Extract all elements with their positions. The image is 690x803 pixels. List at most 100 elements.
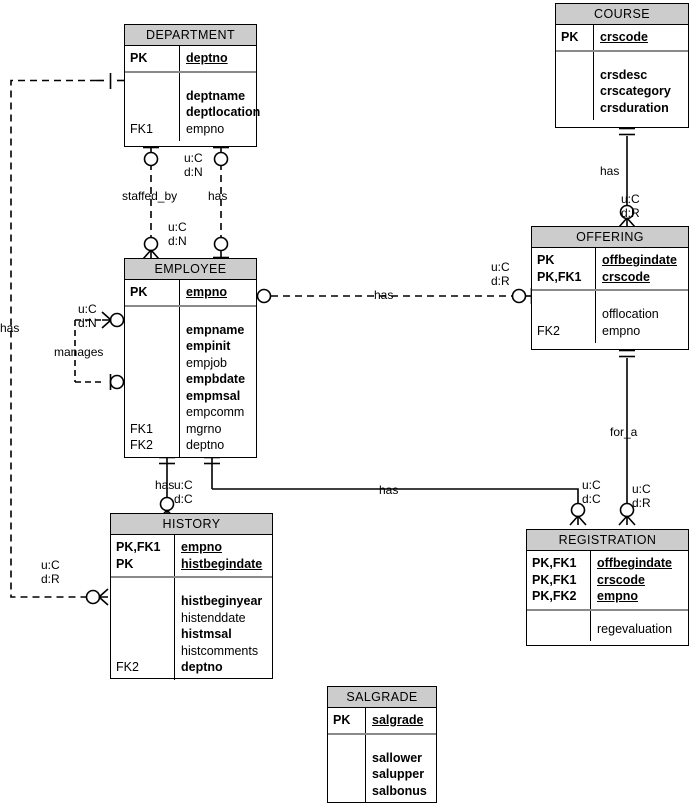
attr-names: empname empinit empjob empbdate empmsal … <box>180 307 256 458</box>
entity-offering-attr-section: FK2 offlocation empno <box>532 291 688 343</box>
attr-name: mgrno <box>186 421 222 436</box>
key-tag: PK,FK1 <box>532 572 577 587</box>
key-tags: PK,FK1 PK,FK1 PK,FK2 <box>527 551 591 609</box>
key-attr: deptno <box>186 51 228 65</box>
key-tags: PK PK,FK1 <box>532 248 596 289</box>
attr-tags: FK1 FK2 <box>125 306 180 458</box>
key-tag: PK,FK2 <box>532 589 577 603</box>
label-has-dept-history: has <box>0 321 20 335</box>
label-has-course-offering: has <box>600 164 620 178</box>
attr-name: empno <box>602 323 641 338</box>
key-attr: histbegindate <box>181 556 263 571</box>
attr-tags: FK2 <box>111 578 175 680</box>
key-attrs: offbegindate crscode <box>596 248 688 289</box>
entity-department[interactable]: DEPARTMENT PK deptno FK1 deptname deptlo… <box>124 24 260 147</box>
attr-tag: FK2 <box>116 660 139 674</box>
rule-course-offering-u: u:C <box>621 192 640 206</box>
label-for-a: for_a <box>610 425 638 439</box>
entity-course-title: COURSE <box>556 4 688 25</box>
key-attr: salgrade <box>372 713 424 727</box>
attr-name: empname <box>186 322 245 337</box>
key-attrs: empno <box>180 280 256 305</box>
rule-offering-reg-d: d:R <box>632 496 651 510</box>
entity-department-title: DEPARTMENT <box>125 25 256 46</box>
key-attr: crscode <box>602 269 650 284</box>
entity-employee-key-section: PK empno <box>125 280 256 307</box>
attr-names: deptname deptlocation empno <box>180 73 260 142</box>
key-attrs: salgrade <box>366 708 436 733</box>
attr-name: crsduration <box>600 100 669 115</box>
key-tags: PK <box>125 280 180 305</box>
entity-employee-attr-section: FK1 FK2 empname empinit empjob empbdate … <box>125 306 256 458</box>
attr-names: offlocation empno <box>596 291 688 343</box>
attr-name: histcomments <box>181 643 259 658</box>
entity-registration-key-section: PK,FK1 PK,FK1 PK,FK2 offbegindate crscod… <box>527 551 688 611</box>
entity-offering[interactable]: OFFERING PK PK,FK1 offbegindate crscode … <box>531 226 689 350</box>
label-manages: manages <box>54 345 104 359</box>
entity-registration[interactable]: REGISTRATION PK,FK1 PK,FK1 PK,FK2 offbeg… <box>526 529 689 646</box>
key-attr: empno <box>597 589 638 603</box>
entity-registration-attr-section: regevaluation <box>527 610 688 642</box>
key-attrs: deptno <box>180 46 256 71</box>
entity-salgrade[interactable]: SALGRADE PK salgrade sallower salupper s… <box>327 686 437 803</box>
label-has-emp-offering: has <box>374 288 394 302</box>
key-attr: empno <box>181 540 222 554</box>
rule-manages-d: d:N <box>78 316 97 330</box>
label-staffed-by: staffed_by <box>122 189 178 203</box>
attr-tag: FK2 <box>537 323 560 338</box>
rule-dept-emp-has-d: d:N <box>184 165 203 179</box>
rule-emp-reg-d: d:C <box>582 492 601 506</box>
entity-registration-title: REGISTRATION <box>527 530 688 551</box>
rule-emp-reg-u: u:C <box>582 478 601 492</box>
label-has-emp-history: has <box>155 478 175 492</box>
entity-history-key-section: PK,FK1 PK empno histbegindate <box>111 535 272 578</box>
attr-names: sallower salupper salbonus <box>366 735 436 803</box>
entity-employee[interactable]: EMPLOYEE PK empno FK1 FK2 empname empini… <box>124 258 257 458</box>
attr-tags <box>328 734 366 803</box>
attr-names: regevaluation <box>591 611 688 642</box>
attr-name: offlocation <box>602 307 659 321</box>
key-attr: offbegindate <box>602 253 677 267</box>
attr-tag: FK1 <box>130 121 153 136</box>
attr-tag: FK1 <box>130 421 153 436</box>
rule-dept-history-u: u:C <box>41 558 60 572</box>
attr-name: deptlocation <box>186 105 261 119</box>
key-tag: PK <box>130 51 148 65</box>
key-attr: offbegindate <box>597 556 672 570</box>
attr-tags <box>556 51 594 120</box>
attr-name: histmsal <box>181 627 232 641</box>
attr-names: histbeginyear histenddate histmsal histc… <box>175 578 272 680</box>
attr-name: deptno <box>181 660 223 674</box>
key-tags: PK <box>125 46 180 71</box>
attr-name: histbeginyear <box>181 594 263 608</box>
key-tags: PK <box>328 708 366 733</box>
entity-offering-title: OFFERING <box>532 227 688 248</box>
attr-name: empjob <box>186 355 227 370</box>
entity-department-attr-section: FK1 deptname deptlocation empno <box>125 72 260 141</box>
key-attr: empno <box>186 285 227 299</box>
attr-name: empno <box>186 121 225 136</box>
attr-tag: FK2 <box>130 438 153 452</box>
rule-dept-emp-has-u: u:C <box>184 151 203 165</box>
entity-salgrade-attr-section: sallower salupper salbonus <box>328 734 436 803</box>
key-tag: PK <box>116 556 134 571</box>
entity-offering-key-section: PK PK,FK1 offbegindate crscode <box>532 248 688 291</box>
label-has-emp-registration: has <box>379 483 399 497</box>
attr-name: deptname <box>186 88 246 103</box>
entity-course[interactable]: COURSE PK crscode crsdesc crscategory cr… <box>555 3 689 128</box>
attr-name: sallower <box>372 750 423 765</box>
key-attrs: offbegindate crscode empno <box>591 551 688 609</box>
attr-name: empinit <box>186 339 231 353</box>
entity-history-title: HISTORY <box>111 514 272 535</box>
entity-history[interactable]: HISTORY PK,FK1 PK empno histbegindate FK… <box>110 513 273 680</box>
attr-name: salbonus <box>372 783 427 798</box>
entity-course-key-section: PK crscode <box>556 25 688 52</box>
key-attrs: crscode <box>594 25 688 50</box>
attr-name: regevaluation <box>597 621 673 636</box>
rel-line-has-department-history <box>10 73 124 606</box>
key-tag: PK <box>130 285 148 299</box>
attr-name: empbdate <box>186 372 246 386</box>
attr-tags: FK1 <box>125 72 180 141</box>
rule-offering-reg-u: u:C <box>632 482 651 496</box>
attr-tags <box>527 610 591 641</box>
